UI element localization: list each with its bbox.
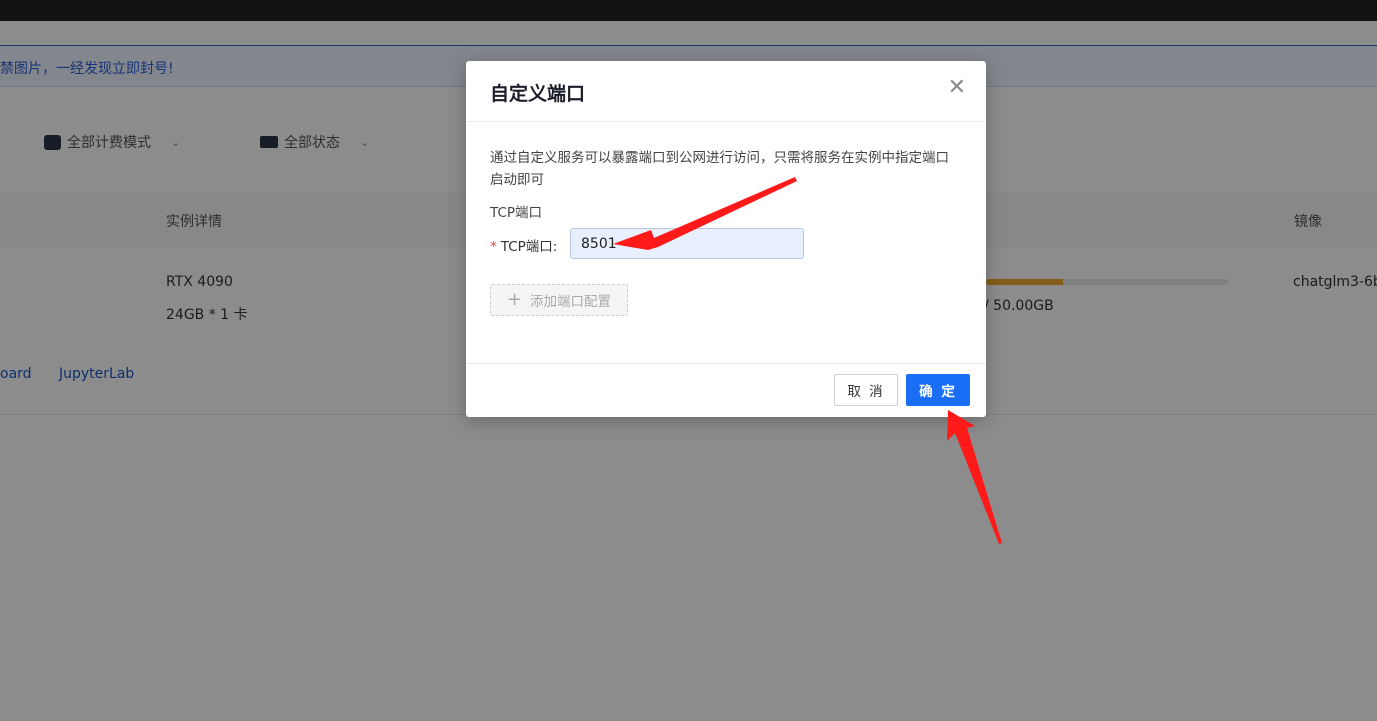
required-mark: * bbox=[490, 239, 497, 255]
confirm-button[interactable]: 确 定 bbox=[906, 374, 970, 406]
cancel-button[interactable]: 取 消 bbox=[834, 374, 898, 406]
tcp-port-label-text: TCP端口: bbox=[500, 239, 558, 255]
dialog-title: 自定义端口 bbox=[490, 83, 586, 105]
section-label: TCP端口 bbox=[490, 205, 543, 221]
dialog-footer: 取 消 确 定 bbox=[466, 363, 986, 418]
plus-icon: + bbox=[506, 289, 523, 310]
dialog-header: 自定义端口 ✕ bbox=[466, 61, 986, 122]
add-port-config-button[interactable]: + 添加端口配置 bbox=[490, 284, 628, 316]
close-icon[interactable]: ✕ bbox=[948, 75, 966, 100]
add-port-config-label: 添加端口配置 bbox=[530, 294, 612, 310]
dialog-description: 通过自定义服务可以暴露端口到公网进行访问，只需将服务在实例中指定端口启动即可 bbox=[490, 150, 949, 188]
custom-port-dialog: 自定义端口 ✕ 通过自定义服务可以暴露端口到公网进行访问，只需将服务在实例中指定… bbox=[466, 61, 986, 417]
tcp-port-input[interactable] bbox=[570, 228, 804, 259]
tcp-port-label: * TCP端口: bbox=[490, 235, 557, 255]
